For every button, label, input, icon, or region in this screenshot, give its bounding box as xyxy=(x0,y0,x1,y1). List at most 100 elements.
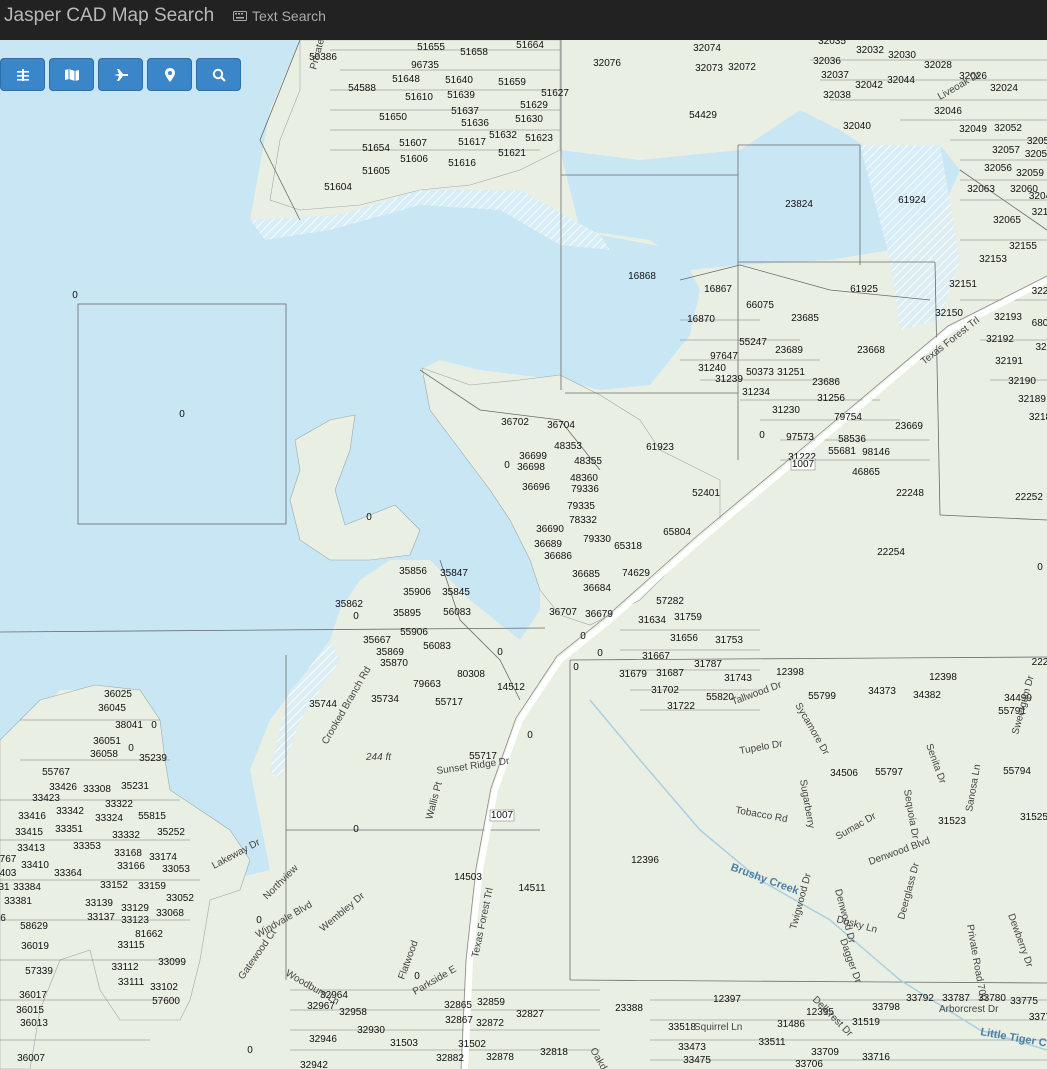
map-svg[interactable]: 5038651655 51658516649673551648 51640 51659… xyxy=(0,40,1047,1069)
parcel-label: 31679 xyxy=(619,669,647,680)
parcel-label: 16867 xyxy=(704,284,732,295)
parcel-label: 51616 xyxy=(448,158,476,169)
parcel-label: 0 xyxy=(573,662,579,673)
parcel-label: 12398 xyxy=(776,667,804,678)
highway-shield-label: 1007 xyxy=(491,810,514,821)
parcel-label: 22248 xyxy=(896,488,924,499)
parcel-label: 34382 xyxy=(913,690,941,701)
parcel-label: 51637 xyxy=(451,106,479,117)
parcel-label: 0 xyxy=(366,512,372,523)
parcel-label: 31787 xyxy=(694,659,722,670)
parcel-label: 32030 xyxy=(888,50,916,61)
parcel-label: 680 xyxy=(1032,318,1047,329)
parcel-label: 55247 xyxy=(739,337,767,348)
parcel-label: 51621 xyxy=(498,148,526,159)
parcel-label: 31234 xyxy=(742,387,770,398)
parcel-label: 35906 xyxy=(403,587,431,598)
parcel-label: 23388 xyxy=(615,1003,643,1014)
parcel-label: 34506 xyxy=(830,768,858,779)
search-button[interactable] xyxy=(196,58,241,91)
parcel-label: 36704 xyxy=(547,420,575,431)
parcel-label: 32190 xyxy=(1008,376,1036,387)
parcel-label: 32032 xyxy=(856,45,884,56)
parcel-label: 55681 xyxy=(828,446,856,457)
parcel-label: 32153 xyxy=(979,254,1007,265)
parcel-label: 51605 xyxy=(362,166,390,177)
parcel-label: 32056 xyxy=(984,163,1012,174)
parcel-label: 32046 xyxy=(934,106,962,117)
parcel-label: 51648 xyxy=(392,74,420,85)
parcel-label: 33332 xyxy=(112,830,140,841)
parcel-label: 36019 xyxy=(21,941,49,952)
parcel-label: 79330 xyxy=(583,534,611,545)
parcel-label: 32038 xyxy=(823,90,851,101)
parcel-label: 32040 xyxy=(843,121,871,132)
parcel-label: 33351 xyxy=(55,824,83,835)
parcel-label: 0 xyxy=(497,647,503,658)
parcel-label: 31722 xyxy=(667,701,695,712)
parcel-label: 35744 xyxy=(309,699,337,710)
parcel-label: 32865 xyxy=(444,1000,472,1011)
parcel-label: 78332 xyxy=(569,515,597,526)
parcel-label: 0 xyxy=(527,730,533,741)
parcel-label: 33111 xyxy=(118,977,145,988)
parcel-label: 32059 xyxy=(1016,168,1044,179)
parcel-label: 35667 xyxy=(363,635,391,646)
parcel-label: 31702 xyxy=(651,685,679,696)
parcel-label: 33137 xyxy=(87,912,115,923)
parcel-label: 403 xyxy=(0,868,17,879)
parcel-label: 22252 xyxy=(1015,492,1043,503)
parcel-label: 33426 xyxy=(49,782,77,793)
parcel-label: 36698 xyxy=(517,462,545,473)
parcel-label: 35239 xyxy=(139,753,167,764)
parcel-label: 55797 xyxy=(875,767,903,778)
parcel-label: 51607 xyxy=(399,138,427,149)
parcel-label: 33716 xyxy=(862,1052,890,1063)
parcel-label: 3204 xyxy=(1029,191,1047,202)
text-search-link[interactable]: Text Search xyxy=(233,8,326,24)
parcel-label: 51617 xyxy=(458,137,486,148)
parcel-label: 32827 xyxy=(516,1009,544,1020)
locate-button[interactable] xyxy=(147,58,192,91)
parcel-label: 51658 xyxy=(460,47,488,58)
parcel-label: 97573 xyxy=(786,432,814,443)
parcel-label: 32151 xyxy=(949,279,977,290)
parcel-label: 23685 xyxy=(791,313,819,324)
parcel-label: 33413 xyxy=(17,843,45,854)
parcel-label: 32076 xyxy=(593,58,621,69)
parcel-label: 31687 xyxy=(656,668,684,679)
parcel-label: 80308 xyxy=(457,669,485,680)
parcel-label: 32052 xyxy=(994,123,1022,134)
parcel-label: 48353 xyxy=(554,441,582,452)
parcel-label: 22254 xyxy=(877,547,905,558)
map-canvas[interactable]: 50386 51655 51658 51664 96735 51648 51640 51659… xyxy=(0,40,1047,1069)
parcel-label: 32193 xyxy=(994,312,1022,323)
parcel-label: 33129 xyxy=(121,903,149,914)
parcel-label: 14511 xyxy=(518,883,546,894)
layers-button[interactable] xyxy=(0,58,45,91)
parcel-label: 31251 xyxy=(777,367,805,378)
parcel-label: 33364 xyxy=(54,868,82,879)
parcel-label: 32042 xyxy=(855,80,883,91)
parcel-label: 32191 xyxy=(995,356,1023,367)
parcel-label: 51623 xyxy=(525,133,553,144)
parcel-label: 33139 xyxy=(85,898,113,909)
parcel-label: 51639 xyxy=(447,90,475,101)
parcel-label: 51632 xyxy=(489,130,517,141)
parcel-label: 31753 xyxy=(715,635,743,646)
parcel-label: 33511 xyxy=(758,1037,786,1048)
parcel-label: 36017 xyxy=(19,990,47,1001)
app-title[interactable]: Jasper CAD Map Search xyxy=(4,5,214,27)
parcel-label: 33112 xyxy=(111,962,139,973)
parcel-label: 34373 xyxy=(868,686,896,697)
parcel-label: 35845 xyxy=(442,587,470,598)
parcel-label: 48355 xyxy=(574,456,602,467)
parcel-label: 55906 xyxy=(400,627,428,638)
top-navbar: Jasper CAD Map Search Text Search xyxy=(0,0,1047,40)
parcel-label: 33423 xyxy=(32,793,60,804)
parcel-label: 33123 xyxy=(121,915,149,926)
plane-icon xyxy=(113,68,128,81)
aerial-button[interactable] xyxy=(98,58,143,91)
parcel-label: 33416 xyxy=(18,811,46,822)
basemap-button[interactable] xyxy=(49,58,94,91)
